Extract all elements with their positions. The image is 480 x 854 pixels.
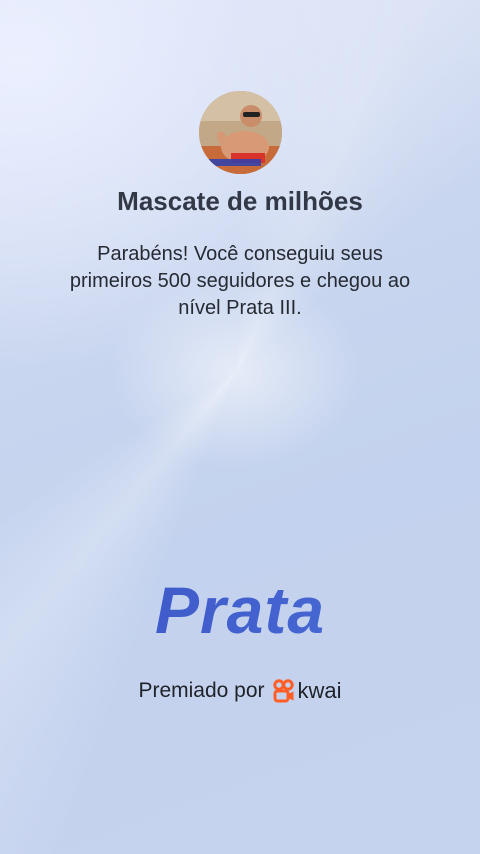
profile-name: Mascate de milhões [117,186,363,216]
kwai-logo-icon [272,679,294,703]
congratulations-message: Parabéns! Você conseguiu seus primeiros … [69,243,411,319]
awarded-by-row: Premiado por kwai [0,678,480,704]
avatar-photo [199,91,282,174]
kwai-brand-name: kwai [297,678,342,703]
kwai-brand: kwai [272,678,342,704]
level-badge-name: Prata [0,572,480,648]
awarded-by-label: Premiado por [138,679,265,702]
avatar [199,91,282,174]
